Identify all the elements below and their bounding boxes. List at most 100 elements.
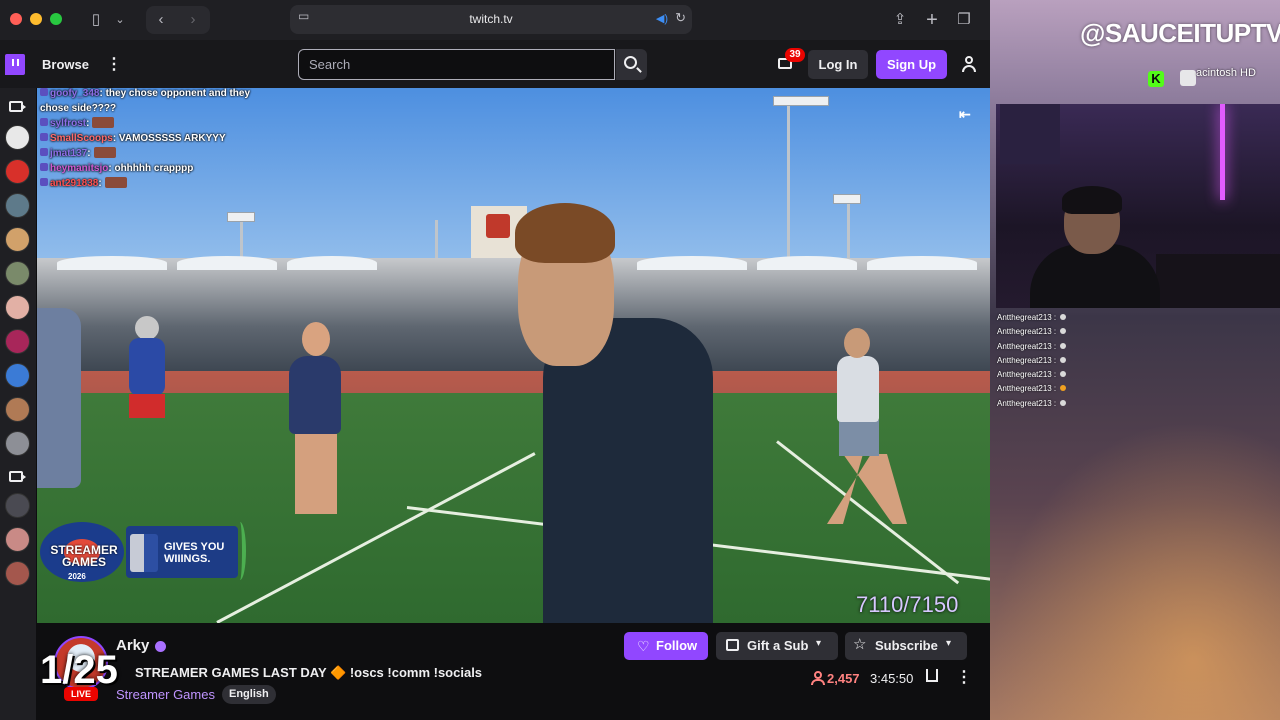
player — [129, 394, 165, 418]
chat-line: jmat137: — [40, 146, 280, 161]
channel-avatar[interactable] — [5, 193, 30, 218]
player — [289, 356, 341, 434]
channel-avatar[interactable] — [5, 527, 30, 552]
chat-message: VAMOSSSSS ARKYYY — [118, 133, 226, 144]
side-chat-line: Antthegreat213 : — [997, 354, 1117, 368]
emote-icon — [1060, 356, 1067, 363]
channel-avatar[interactable] — [5, 493, 30, 518]
side-chat-user: Antthegreat213 : — [997, 313, 1057, 322]
channel-name[interactable]: Arky — [116, 637, 149, 654]
category-link[interactable]: Streamer Games — [116, 687, 215, 702]
stream-uptime: 3:45:50 — [870, 671, 914, 686]
sidebar-toggle-icon[interactable]: ▯ — [86, 8, 106, 32]
streamer — [515, 203, 615, 263]
chevron-down-icon[interactable]: ⌄ — [112, 8, 128, 32]
chat-badge-icon — [40, 133, 48, 141]
side-chat-overlay: Antthegreat213 : Antthegreat213 : Antthe… — [997, 311, 1117, 411]
channel-avatar[interactable] — [5, 159, 30, 184]
side-chat-user: Antthegreat213 : — [997, 398, 1057, 408]
reload-icon[interactable]: ↻ — [675, 10, 686, 26]
channel-avatar[interactable] — [5, 561, 30, 586]
canopy — [757, 256, 857, 270]
camera-icon — [9, 101, 26, 112]
chat-badge-icon — [40, 88, 48, 96]
canopy — [57, 256, 167, 270]
emote-icon — [1060, 385, 1067, 392]
signup-button[interactable]: Sign Up — [876, 50, 947, 79]
share-icon[interactable] — [926, 669, 938, 682]
chat-username: goofy_348 — [50, 88, 100, 99]
sponsor-tagline: GIVES YOU WIIINGS. — [164, 541, 225, 565]
address-text[interactable]: twitch.tv — [290, 5, 692, 34]
more-menu-icon[interactable]: ⋮ — [106, 54, 122, 74]
drive-icon[interactable] — [1180, 70, 1196, 86]
camera-icon — [9, 471, 26, 482]
tab-overview-icon[interactable]: ❐ — [954, 8, 974, 32]
sponsor-title: STREAMER GAMES — [50, 543, 118, 569]
channel-avatar[interactable] — [5, 295, 30, 320]
verified-icon — [155, 641, 166, 652]
heart-icon: ♡ — [637, 638, 650, 654]
gift-icon — [726, 639, 739, 651]
chat-overlay: goofy_348: they chose opponent and they … — [40, 86, 280, 191]
address-bar[interactable]: ▭ twitch.tv ◀) ↻ — [290, 5, 692, 34]
minimize-window-button[interactable] — [30, 13, 42, 25]
chevron-down-icon[interactable]: ▾ — [816, 638, 821, 649]
kick-icon: K — [1148, 71, 1164, 87]
streamer-handle: @SAUCEITUPTV — [1080, 18, 1280, 48]
emote-icon — [92, 117, 115, 128]
forward-button[interactable]: › — [184, 8, 202, 32]
back-button[interactable]: ‹ — [152, 8, 170, 32]
canopy — [867, 256, 977, 270]
player — [302, 322, 330, 356]
side-chat-user: Antthegreat213 : — [997, 370, 1057, 380]
channel-avatar[interactable] — [5, 363, 30, 388]
channel-avatar[interactable] — [5, 261, 30, 286]
drive-label[interactable]: acintosh HD — [1196, 67, 1256, 79]
side-chat-user: Antthegreat213 : — [997, 355, 1057, 365]
login-button[interactable]: Log In — [808, 50, 868, 79]
sponsor-overlay: STREAMER GAMES 2026 GIVES YOU WIIINGS. — [40, 522, 246, 584]
channel-avatar[interactable] — [5, 125, 30, 150]
search-input[interactable] — [298, 49, 615, 80]
emote-icon — [104, 177, 127, 188]
viewer-icon — [811, 671, 825, 685]
stadium-lights — [773, 96, 829, 106]
channel-avatar[interactable] — [5, 329, 30, 354]
day-counter-overlay: 1/25 — [40, 648, 118, 692]
user-icon[interactable] — [961, 56, 977, 72]
browse-link[interactable]: Browse — [42, 57, 89, 72]
led-light — [1220, 104, 1225, 200]
player — [844, 328, 870, 358]
share-icon[interactable]: ⇪ — [890, 8, 910, 32]
webcam-feed — [996, 104, 1280, 308]
maximize-window-button[interactable] — [50, 13, 62, 25]
speaker-icon[interactable]: ◀) — [656, 12, 668, 25]
search-icon — [624, 56, 637, 69]
search-button[interactable] — [616, 49, 647, 80]
new-tab-button[interactable]: + — [922, 8, 942, 32]
chat-line: heymanitsjo: ohhhhh crapppp — [40, 161, 280, 176]
webcam-shelf — [1000, 104, 1060, 164]
side-chat-line: Antthegreat213 : — [997, 397, 1117, 411]
collapse-chat-icon[interactable]: ⇤ — [959, 106, 971, 123]
chat-line: SmallScoops: VAMOSSSSS ARKYYY — [40, 131, 280, 146]
twitch-logo-icon[interactable] — [5, 54, 25, 75]
more-options-icon[interactable]: ⋮ — [956, 667, 972, 687]
language-tag[interactable]: English — [222, 685, 276, 704]
side-chat-user: Antthegreat213 : — [997, 384, 1057, 394]
close-window-button[interactable] — [10, 13, 22, 25]
channel-avatar[interactable] — [5, 227, 30, 252]
chat-username: jmat137 — [50, 148, 88, 159]
sponsor-year: 2026 — [68, 572, 86, 581]
channel-avatar[interactable] — [5, 397, 30, 422]
notification-badge: 39 — [785, 48, 805, 62]
stadium-lights — [833, 194, 861, 204]
progress-counter: 7110/7150 — [856, 592, 959, 617]
canopy — [177, 256, 277, 270]
chat-message: ohhhhh crapppp — [114, 163, 194, 174]
chat-username: heymanitsjo — [50, 163, 109, 174]
chevron-down-icon[interactable]: ▾ — [946, 638, 951, 649]
chat-badge-icon — [40, 148, 48, 156]
channel-avatar[interactable] — [5, 431, 30, 456]
